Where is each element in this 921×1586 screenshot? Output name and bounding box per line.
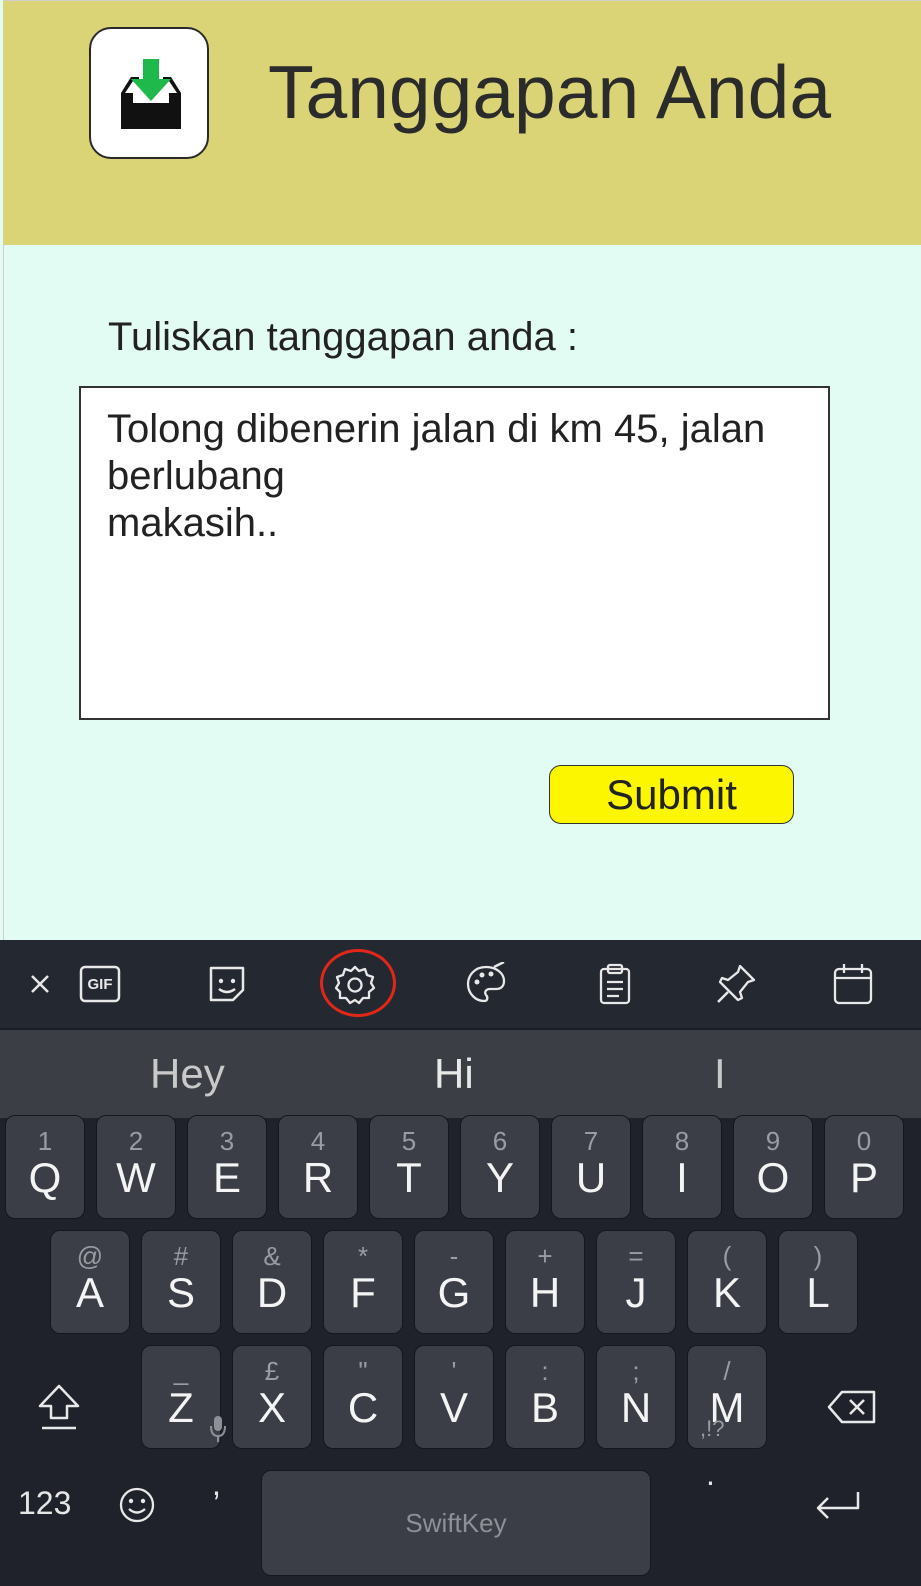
calendar-icon[interactable] [827, 958, 879, 1010]
swiftkey-keyboard: GIF Hey Hi I 1Q 2W 3E 4R 5T 6Y 7 U 8 I 9… [0, 940, 921, 1586]
shift-key[interactable] [36, 1382, 82, 1437]
page-title: Tanggapan Anda [268, 50, 832, 134]
backspace-key[interactable] [826, 1389, 878, 1430]
swiftkey-logo: SwiftKey [405, 1508, 507, 1538]
close-icon[interactable] [14, 958, 66, 1010]
app-header: Tanggapan Anda [3, 0, 921, 246]
numbers-key[interactable]: 123 [18, 1485, 71, 1522]
emoji-key[interactable] [117, 1485, 157, 1530]
suggestion-item[interactable]: Hi [434, 1050, 474, 1098]
key-t[interactable]: 5T [369, 1115, 449, 1219]
microphone-icon [210, 1416, 226, 1442]
key-s[interactable]: # S [141, 1230, 221, 1334]
sticker-icon[interactable] [201, 958, 253, 1010]
key-b[interactable]: :B [505, 1345, 585, 1449]
inbox-download-icon [89, 27, 209, 159]
key-u[interactable]: 7U [551, 1115, 631, 1219]
key-e[interactable]: 3E [187, 1115, 267, 1219]
theme-palette-icon[interactable] [460, 958, 512, 1010]
key-g[interactable]: -G [414, 1230, 494, 1334]
enter-icon [816, 1492, 860, 1519]
backspace-icon [827, 1390, 876, 1424]
key-area: 1Q 2W 3E 4R 5T 6Y 7U 8I 9O 0P @ A # S & D *… [0, 1115, 921, 1586]
emoji-icon [119, 1487, 155, 1523]
comma-key[interactable]: , [204, 1414, 234, 1524]
suggestion-bar: Hey Hi I [0, 1030, 921, 1118]
enter-key[interactable] [812, 1488, 864, 1529]
key-i[interactable]: 8I [642, 1115, 722, 1219]
key-l[interactable]: ) L [778, 1230, 858, 1334]
response-prompt-label: Tuliskan tanggapan anda : [108, 315, 578, 359]
space-bar[interactable]: SwiftKey [261, 1470, 651, 1576]
response-textarea[interactable]: Tolong dibenerin jalan di km 45, jalan b… [79, 386, 830, 720]
pin-icon[interactable] [710, 958, 762, 1010]
key-y[interactable]: 6Y [460, 1115, 540, 1219]
clipboard-icon[interactable] [589, 958, 641, 1010]
suggestion-item[interactable]: I [714, 1050, 726, 1098]
key-h[interactable]: + H [505, 1230, 585, 1334]
key-f[interactable]: * F [323, 1230, 403, 1334]
key-d[interactable]: & D [232, 1230, 312, 1334]
key-x[interactable]: £ X [232, 1345, 312, 1449]
key-n[interactable]: ; N [596, 1345, 676, 1449]
settings-highlight-circle [320, 949, 396, 1017]
key-j[interactable]: = J [596, 1230, 676, 1334]
keyboard-toolbar: GIF [0, 940, 921, 1030]
key-c[interactable]: " C [323, 1345, 403, 1449]
shift-icon [38, 1384, 80, 1430]
key-a[interactable]: @ A [50, 1230, 130, 1334]
gif-icon[interactable]: GIF [74, 958, 126, 1010]
period-key[interactable]: ,!? . [698, 1416, 728, 1516]
key-p[interactable]: 0P [824, 1115, 904, 1219]
key-o[interactable]: 9O [733, 1115, 813, 1219]
suggestion-item[interactable]: Hey [150, 1050, 225, 1098]
submit-button[interactable]: Submit [549, 765, 794, 824]
key-q[interactable]: 1Q [5, 1115, 85, 1219]
key-k[interactable]: (K [687, 1230, 767, 1334]
key-w[interactable]: 2W [96, 1115, 176, 1219]
key-v[interactable]: ' V [414, 1345, 494, 1449]
gif-label: GIF [87, 975, 113, 993]
key-r[interactable]: 4R [278, 1115, 358, 1219]
